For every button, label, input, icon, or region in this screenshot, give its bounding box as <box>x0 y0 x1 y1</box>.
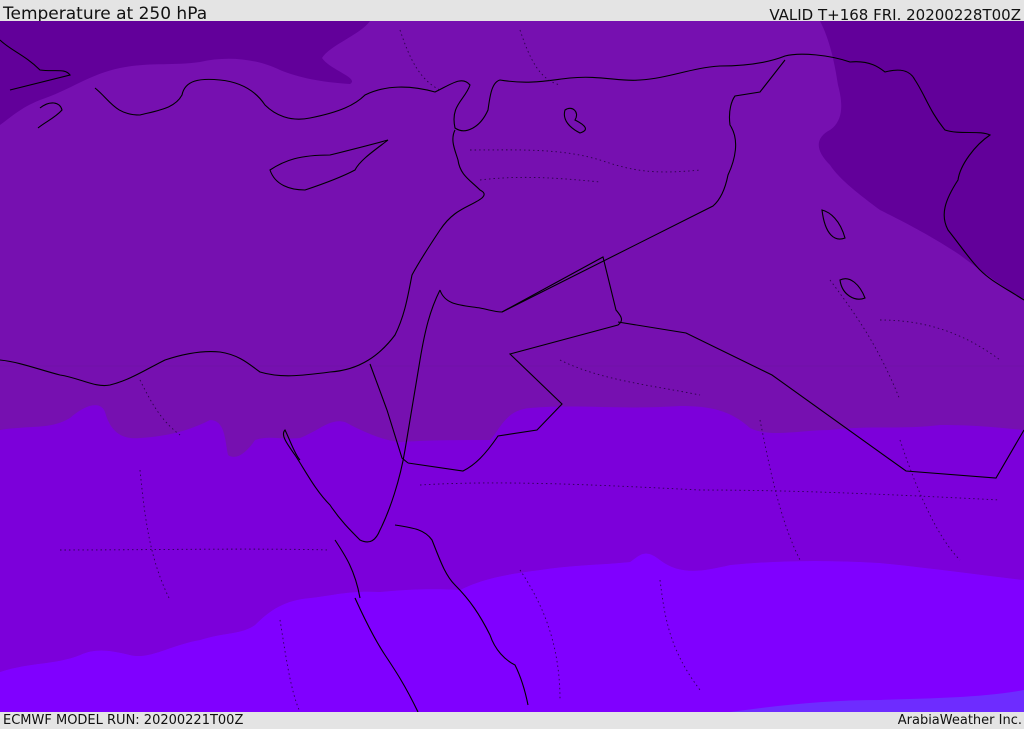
header-bar: Temperature at 250 hPa VALID T+168 FRI. … <box>0 0 1024 24</box>
footer-bar: ECMWF MODEL RUN: 20200221T00Z ArabiaWeat… <box>0 712 1024 729</box>
brand-label: ArabiaWeather Inc. <box>897 713 1022 728</box>
model-run-label: ECMWF MODEL RUN: 20200221T00Z <box>3 713 244 728</box>
temperature-map <box>0 21 1024 712</box>
